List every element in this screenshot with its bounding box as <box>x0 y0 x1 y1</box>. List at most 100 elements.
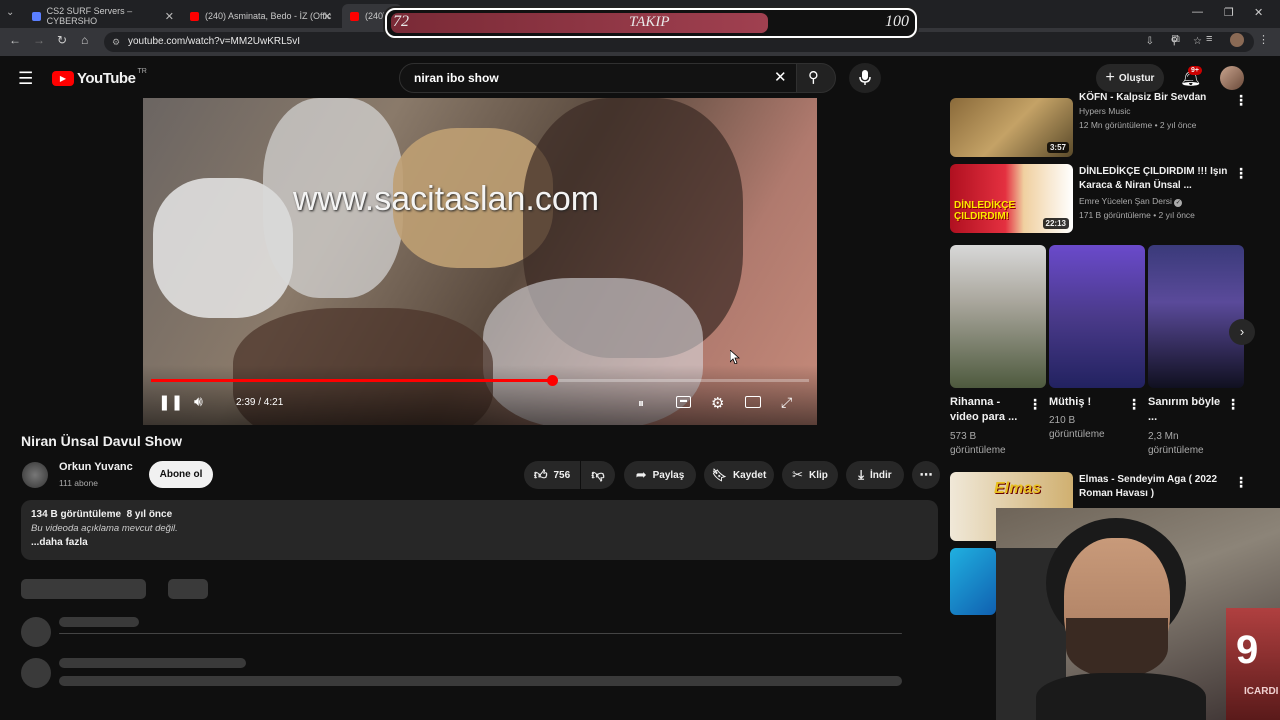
shorts-next-button[interactable]: › <box>1229 319 1255 345</box>
subscribe-button[interactable]: Abone ol <box>149 461 213 488</box>
autoplay-toggle-icon[interactable]: ⏸ <box>638 396 644 411</box>
hamburger-menu-icon[interactable]: ☰ <box>18 69 33 89</box>
progress-scrubber[interactable] <box>546 375 558 386</box>
youtube-logo[interactable]: ▶ YouTube TR <box>52 68 147 87</box>
streamer-beard <box>1066 618 1168 678</box>
clip-button[interactable]: ✂ Klip <box>782 461 838 489</box>
video-thumbnail[interactable]: 3:57 <box>950 98 1073 157</box>
more-vertical-icon[interactable]: ⋮ <box>1127 396 1141 413</box>
site-info-icon[interactable]: ⚙ <box>112 32 120 52</box>
minimize-icon[interactable]: — <box>1192 6 1203 18</box>
fullscreen-icon[interactable]: ⤢ <box>781 394 792 411</box>
short-title[interactable]: Müthiş ! <box>1049 395 1125 410</box>
more-vertical-icon[interactable]: ⋮ <box>1234 165 1248 182</box>
install-icon[interactable]: ⇩ <box>1146 32 1154 52</box>
channel-name[interactable]: Orkun Yuvanc <box>59 461 133 473</box>
loading-placeholder <box>59 676 902 686</box>
clear-search-icon[interactable]: ✕ <box>774 64 787 92</box>
profile-avatar[interactable] <box>1230 33 1244 47</box>
user-avatar[interactable] <box>1220 66 1244 90</box>
scissors-icon: ✂ <box>792 467 803 482</box>
progress-bar[interactable] <box>151 375 809 386</box>
close-window-icon[interactable]: ✕ <box>1254 6 1263 19</box>
save-label: Kaydet <box>732 469 767 481</box>
dislike-button[interactable]: 👎︎ <box>581 461 615 489</box>
video-title[interactable]: DİNLEDİKÇE ÇILDIRDIM !!! Işın Karaca & N… <box>1079 165 1229 193</box>
video-title[interactable]: KÖFN - Kalpsiz Bir Sevdan (2019) <box>1079 91 1229 103</box>
download-icon: ⤓ <box>858 467 865 482</box>
browser-tab-2[interactable]: (240) Asminata, Bedo - İZ (Offic ✕ <box>182 4 338 28</box>
forward-icon[interactable]: → <box>33 33 45 47</box>
subscriber-count: 111 abone <box>59 478 98 488</box>
extensions-icon[interactable]: ⧉ <box>1172 33 1180 46</box>
create-button[interactable]: + Oluştur <box>1096 64 1164 92</box>
follow-goal-bar: 72 TAKIP 100 <box>385 8 917 38</box>
short-title[interactable]: Rihanna - video para ... <box>950 395 1026 425</box>
more-vertical-icon[interactable]: ⋮ <box>1234 92 1248 109</box>
more-vertical-icon[interactable]: ⋮ <box>1234 474 1248 491</box>
more-vertical-icon[interactable]: ⋮ <box>1028 396 1042 413</box>
channel-avatar[interactable] <box>22 462 48 488</box>
close-tab-icon[interactable]: ✕ <box>165 10 174 23</box>
close-tab-icon[interactable]: ✕ <box>323 10 332 23</box>
channel-name[interactable]: Hypers Music <box>1079 105 1130 118</box>
short-thumbnail[interactable] <box>1148 245 1244 388</box>
pause-icon[interactable]: ❚❚ <box>158 393 183 411</box>
browser-tab-1[interactable]: CS2 SURF Servers – CYBERSHO ✕ <box>24 4 180 28</box>
description-text: Bu videoda açıklama mevcut değil. <box>31 523 178 534</box>
goal-current: 72 <box>393 13 409 30</box>
short-thumbnail[interactable] <box>1049 245 1145 388</box>
video-thumbnail[interactable] <box>950 548 996 615</box>
save-button[interactable]: 🔖︎ Kaydet <box>704 461 774 489</box>
jersey-number: 9 <box>1236 628 1259 672</box>
video-player[interactable]: www.sacitaslan.com <box>143 98 817 425</box>
thumbs-up-icon: 👍︎ <box>533 467 548 482</box>
tab-list-icon[interactable]: ⌄ <box>6 7 14 18</box>
video-thumbnail[interactable]: DİNLEDİKÇE ÇILDIRDIM! 22:13 <box>950 164 1073 233</box>
back-icon[interactable]: ← <box>9 33 21 47</box>
like-button[interactable]: 👍︎ 756 <box>524 461 580 489</box>
show-more-link[interactable]: ...daha fazla <box>31 537 928 548</box>
reload-icon[interactable]: ↻ <box>57 33 67 47</box>
download-button[interactable]: ⤓ İndir <box>846 461 904 489</box>
tab-label: CS2 SURF Servers – CYBERSHO <box>46 6 133 26</box>
search-button[interactable]: ⚲ <box>796 63 836 93</box>
youtube-favicon-icon <box>190 11 199 21</box>
settings-gear-icon[interactable]: ⚙ <box>711 394 724 412</box>
share-label: Paylaş <box>652 469 685 481</box>
download-label: İndir <box>870 469 892 481</box>
video-watermark: www.sacitaslan.com <box>293 180 600 218</box>
subtitles-icon[interactable]: ▬ <box>676 396 691 408</box>
short-title[interactable]: Sanırım böyle ... <box>1148 395 1224 425</box>
video-title[interactable]: Elmas - Sendeyim Aga ( 2022 Roman Havası… <box>1079 473 1229 501</box>
more-horizontal-icon: ⋯ <box>919 467 933 482</box>
browser-menu-icon[interactable]: ⋮ <box>1258 33 1269 46</box>
goal-label: TAKIP <box>629 14 670 30</box>
short-thumbnail[interactable] <box>950 245 1046 388</box>
duration-badge: 3:57 <box>1046 142 1069 153</box>
notifications-button[interactable]: 🔔︎ 9+ <box>1180 66 1202 88</box>
channel-name[interactable]: Emre Yücelen Şan Dersi ✓ <box>1079 195 1183 208</box>
search-icon: ⚲ <box>808 69 819 86</box>
voice-search-button[interactable] <box>849 63 881 93</box>
youtube-favicon-icon <box>350 11 359 21</box>
volume-icon[interactable]: 🔊︎ <box>194 393 203 410</box>
loading-placeholder <box>59 617 139 627</box>
share-button[interactable]: ➦ Paylaş <box>624 461 696 489</box>
home-icon[interactable]: ⌂ <box>81 33 88 47</box>
region-label: TR <box>137 68 147 75</box>
more-vertical-icon[interactable]: ⋮ <box>1226 396 1240 413</box>
loading-placeholder <box>21 579 146 599</box>
more-actions-button[interactable]: ⋯ <box>912 461 940 489</box>
theater-mode-icon[interactable] <box>745 396 761 408</box>
search-input[interactable]: niran ibo show ✕ <box>399 63 797 93</box>
share-arrow-icon: ➦ <box>635 467 647 482</box>
logo-text: YouTube <box>77 70 136 87</box>
chevron-right-icon: › <box>1239 324 1245 339</box>
bookmark-star-icon[interactable]: ☆ <box>1193 32 1202 52</box>
description-box[interactable]: 134 B görüntüleme 8 yıl önce Bu videoda … <box>21 500 938 560</box>
media-controls-icon[interactable]: ≡ <box>1206 33 1212 45</box>
divider <box>59 633 902 634</box>
verified-check-icon: ✓ <box>1174 199 1183 207</box>
restore-icon[interactable]: ❐ <box>1224 6 1234 19</box>
